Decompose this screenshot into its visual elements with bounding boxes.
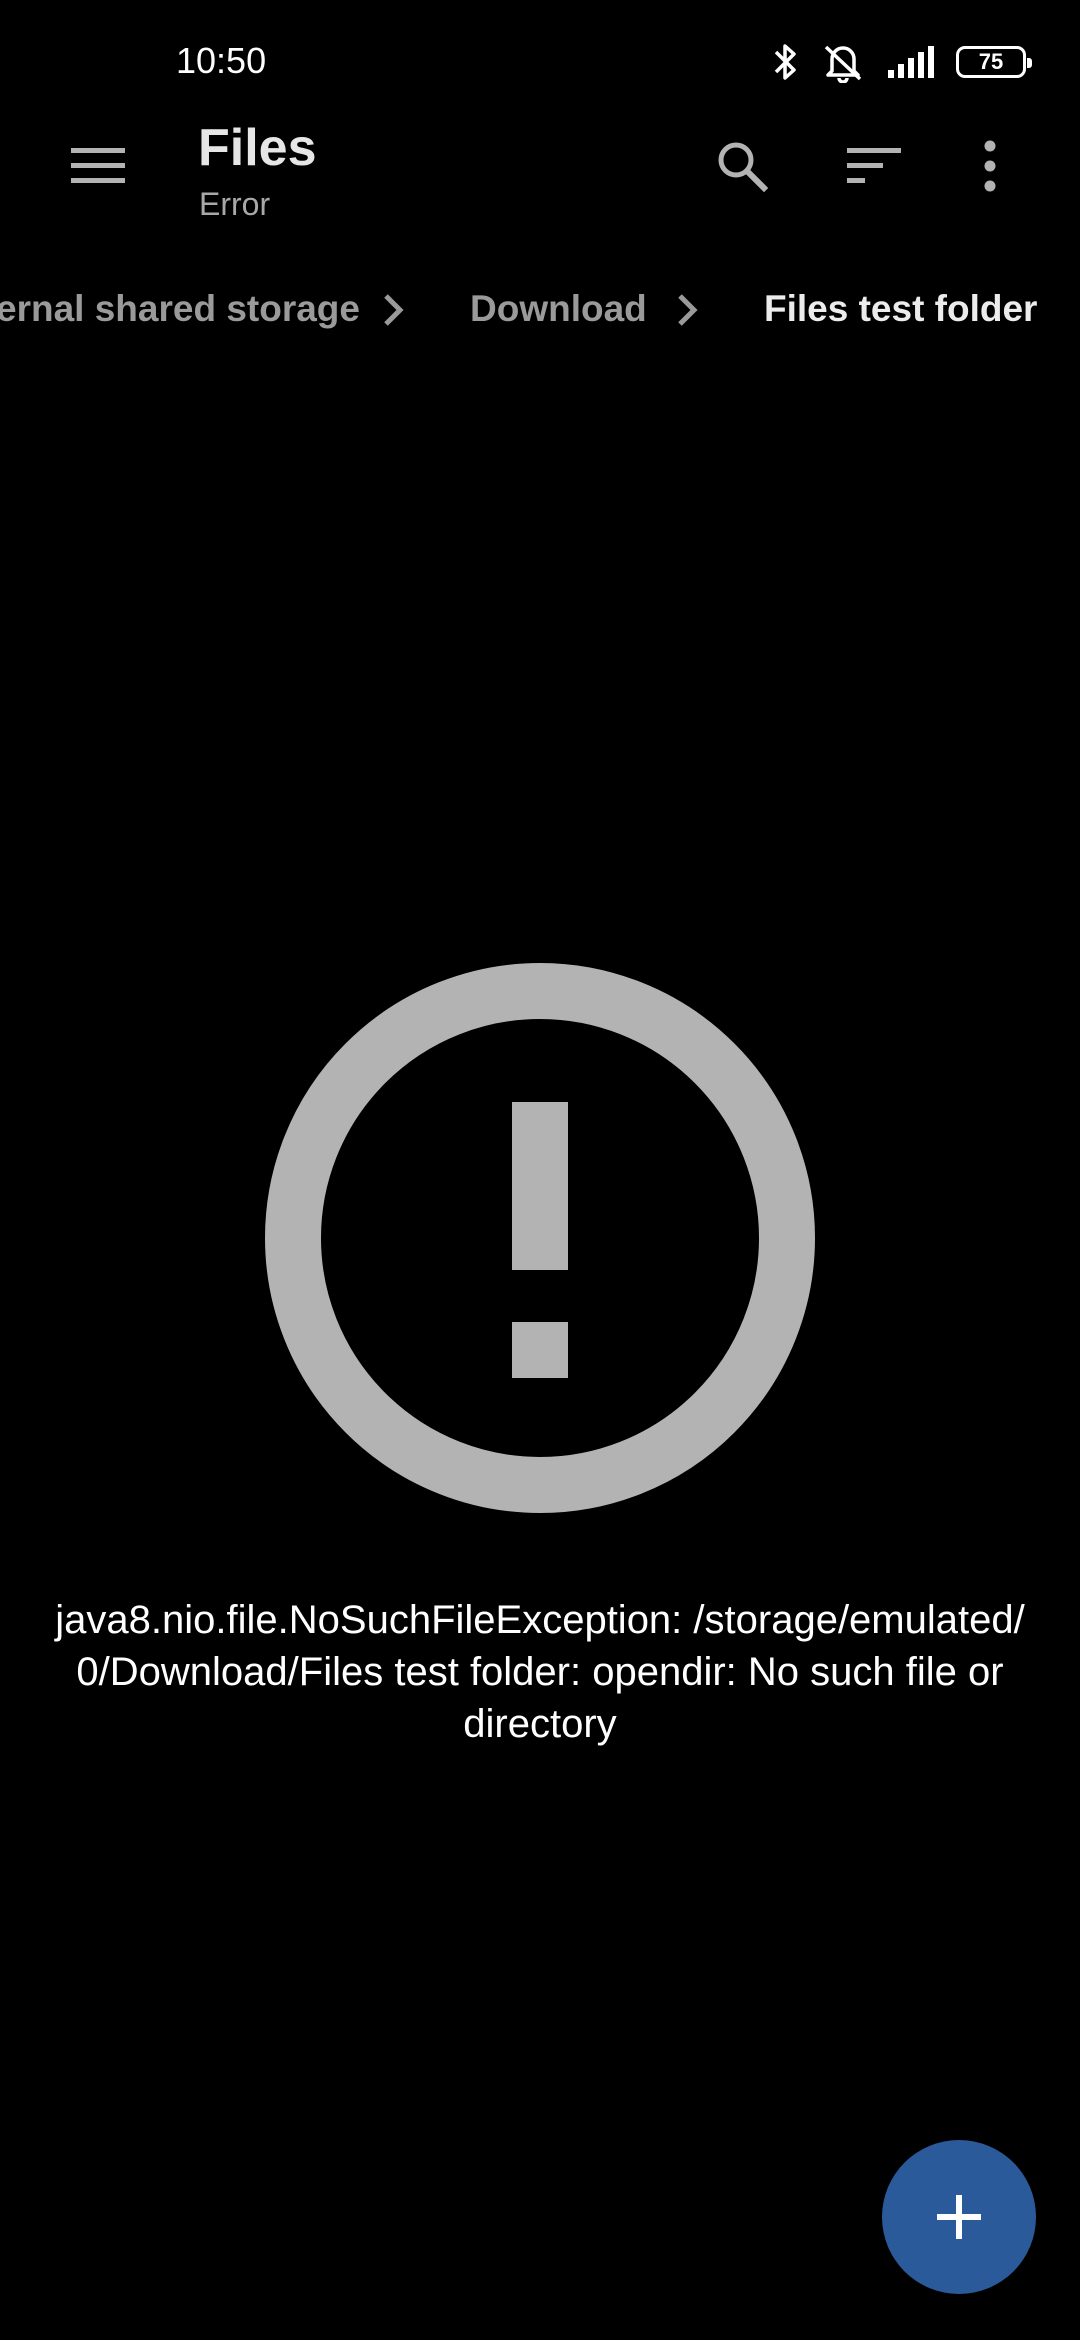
- chevron-right-icon: [678, 294, 698, 326]
- menu-button[interactable]: [50, 118, 146, 214]
- chevron-right-icon: [384, 294, 404, 326]
- error-message: java8.nio.file.NoSuchFileException: /sto…: [0, 1594, 1080, 1750]
- search-icon: [718, 142, 768, 192]
- menu-icon: [71, 148, 125, 183]
- add-fab-button[interactable]: [882, 2140, 1036, 2294]
- sort-button[interactable]: [826, 118, 922, 214]
- breadcrumb-item-internal-storage[interactable]: ernal shared storage: [0, 288, 360, 330]
- add-icon: [937, 2195, 981, 2239]
- signal-icon: [886, 44, 936, 80]
- more-options-button[interactable]: [942, 118, 1038, 214]
- error-outline-icon: [265, 963, 815, 1513]
- app-bar: Files Error: [0, 110, 1080, 230]
- more-vert-icon: [984, 140, 996, 192]
- muted-vibrate-icon: [820, 41, 866, 83]
- app-title: Files: [198, 119, 317, 177]
- error-message-line-1: java8.nio.file.NoSuchFileException: /sto…: [55, 1598, 1025, 1642]
- battery-icon: 75: [956, 46, 1032, 78]
- sort-icon: [847, 148, 901, 183]
- breadcrumb: ernal shared storage Download Files test…: [0, 270, 1080, 350]
- error-message-line-2: 0/Download/Files test folder: opendir: N…: [76, 1650, 1004, 1694]
- files-screen: 10:50 75 Files Error ernal shared storag…: [0, 0, 1080, 2340]
- error-message-line-3: directory: [463, 1702, 617, 1746]
- status-bar: 10:50 75: [0, 0, 1080, 120]
- app-subtitle: Error: [199, 186, 271, 222]
- status-icons: 75: [772, 38, 1032, 86]
- battery-level: 75: [978, 49, 1004, 74]
- search-button[interactable]: [694, 118, 790, 214]
- bluetooth-icon: [772, 42, 800, 82]
- breadcrumb-item-download[interactable]: Download: [470, 288, 647, 330]
- breadcrumb-item-current-folder[interactable]: Files test folder: [764, 288, 1037, 330]
- battery-tip: [1027, 58, 1032, 68]
- status-time: 10:50: [176, 40, 267, 81]
